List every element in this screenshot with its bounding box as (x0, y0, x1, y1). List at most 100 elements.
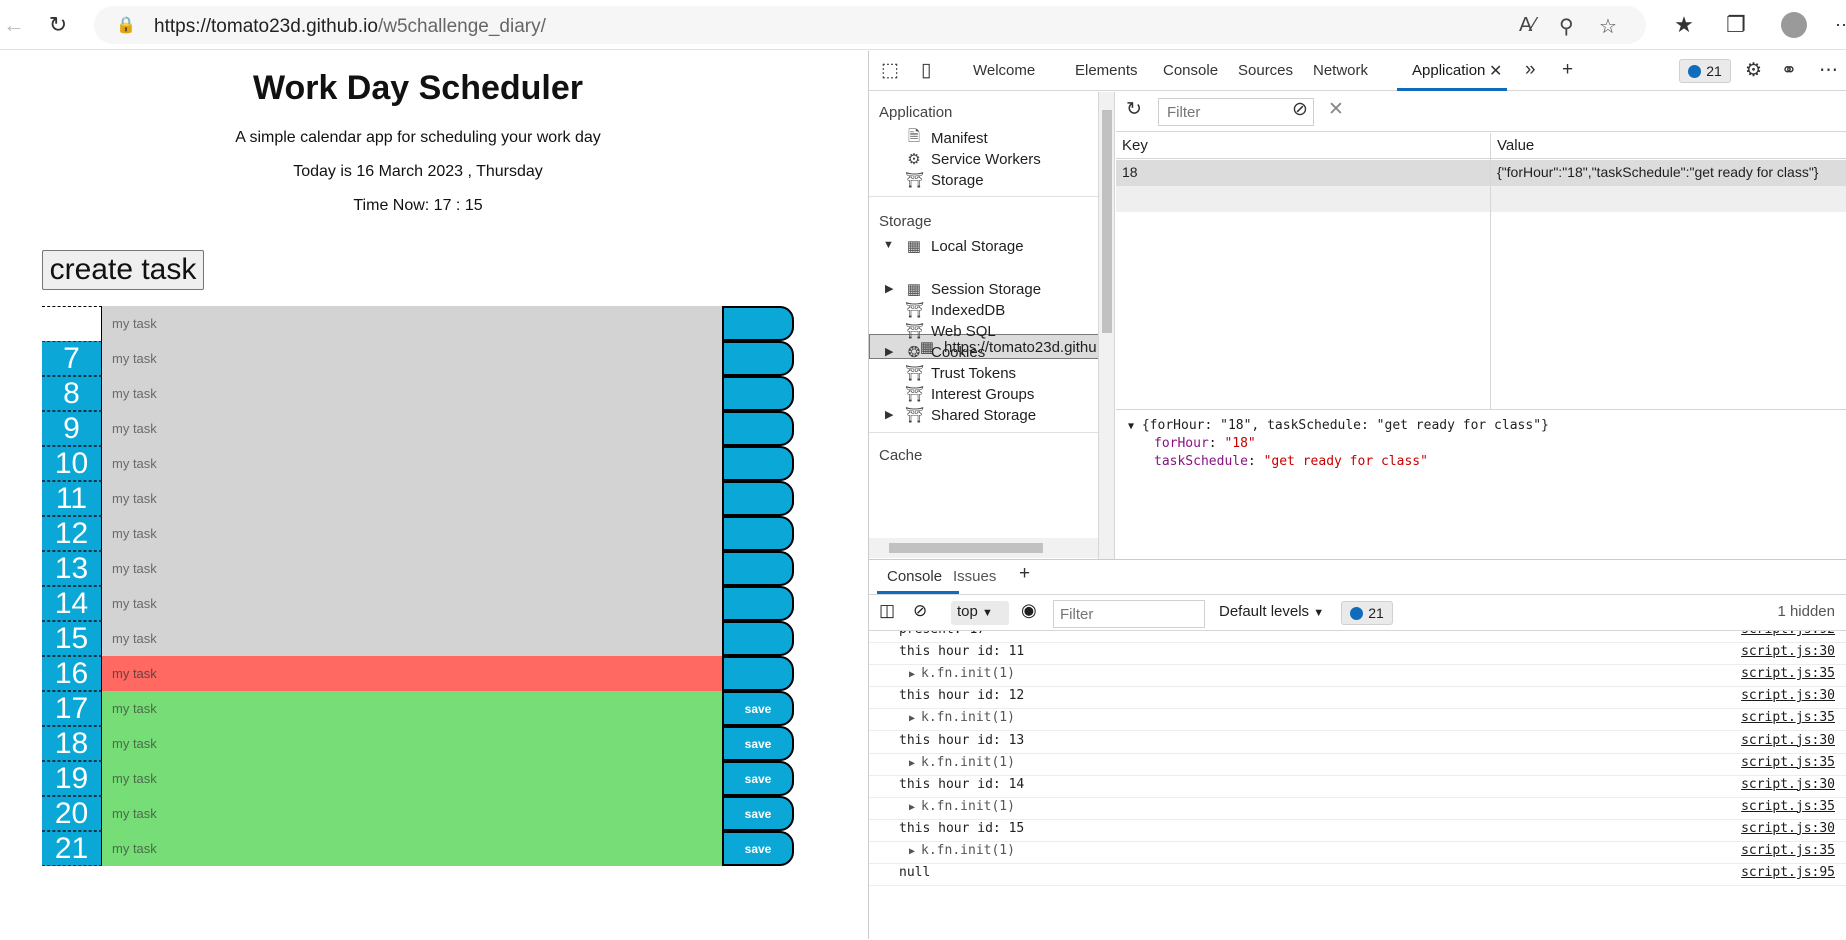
tab-welcome[interactable]: Welcome (973, 62, 1035, 79)
storage-filter-input[interactable] (1158, 98, 1314, 126)
source-link[interactable]: script.js:35 (1741, 666, 1835, 681)
refresh-icon[interactable]: ↻ (44, 11, 72, 39)
create-task-button[interactable]: create task (42, 250, 204, 290)
delete-selected-icon[interactable]: ✕ (1328, 98, 1344, 121)
source-link[interactable]: script.js:30 (1741, 688, 1835, 703)
eye-icon[interactable]: ◉ (1021, 600, 1037, 621)
console-filter-input[interactable] (1053, 600, 1205, 628)
task-input[interactable]: my task (102, 621, 722, 656)
tab-application[interactable]: Application (1412, 62, 1485, 79)
save-button[interactable] (722, 551, 794, 586)
sidebar-toggle-icon[interactable]: ◫ (879, 601, 895, 621)
save-button[interactable]: save (722, 831, 794, 866)
expanded-arrow-icon[interactable]: ▼ (883, 239, 894, 251)
zoom-icon[interactable]: ⚲ (1559, 14, 1574, 39)
task-input[interactable]: my task (102, 586, 722, 621)
vertical-scrollbar[interactable] (1099, 92, 1115, 559)
close-tab-icon[interactable]: ✕ (1489, 61, 1502, 81)
task-input[interactable]: my task (102, 691, 722, 726)
more-tabs-icon[interactable]: » (1525, 59, 1536, 81)
tab-network[interactable]: Network (1313, 62, 1368, 79)
tab-sources[interactable]: Sources (1238, 62, 1293, 79)
save-button[interactable] (722, 376, 794, 411)
save-button[interactable] (722, 586, 794, 621)
clear-all-icon[interactable]: ⊘ (1292, 98, 1308, 121)
task-input[interactable]: my task (102, 726, 722, 761)
collapsed-arrow-icon[interactable]: ▶ (885, 282, 893, 295)
gear-icon[interactable]: ⚙ (1745, 59, 1762, 82)
save-button[interactable]: save (722, 761, 794, 796)
source-link[interactable]: script.js:92 (1741, 631, 1835, 637)
source-link[interactable]: script.js:35 (1741, 799, 1835, 814)
sidebar-item-storage[interactable]: ⛩ Storage (905, 168, 984, 192)
back-icon[interactable]: ← (0, 11, 28, 39)
scroll-thumb[interactable] (889, 543, 1043, 553)
save-button[interactable]: save (722, 726, 794, 761)
source-link[interactable]: script.js:30 (1741, 733, 1835, 748)
add-tab-icon[interactable]: + (1562, 59, 1573, 81)
collapsed-arrow-icon[interactable]: ▶ (885, 345, 893, 358)
add-tab-icon[interactable]: + (1019, 563, 1030, 585)
source-link[interactable]: script.js:30 (1741, 644, 1835, 659)
save-button[interactable] (722, 621, 794, 656)
value-column-header[interactable]: Value (1491, 133, 1846, 159)
drawer-tab-console[interactable]: Console (887, 568, 942, 585)
tab-console[interactable]: Console (1163, 62, 1218, 79)
task-input[interactable]: my task (102, 831, 722, 866)
more-icon[interactable]: ⋯ (1819, 59, 1838, 82)
favorites-icon[interactable]: ★ (1670, 11, 1698, 39)
context-select[interactable]: top ▼ (951, 601, 1009, 625)
clear-console-icon[interactable]: ⊘ (913, 601, 927, 621)
save-button[interactable] (722, 446, 794, 481)
save-button[interactable] (722, 516, 794, 551)
empty-row[interactable] (1116, 186, 1846, 212)
task-input[interactable]: my task (102, 761, 722, 796)
sidebar-item-shared-storage[interactable]: ⛩ Shared Storage (905, 403, 1036, 427)
task-input[interactable]: my task (102, 376, 722, 411)
preview-summary[interactable]: ▼ {forHour: "18", taskSchedule: "get rea… (1128, 418, 1549, 433)
add-favorite-icon[interactable]: ☆ (1599, 14, 1617, 39)
inspect-icon[interactable]: ⬚ (881, 59, 899, 82)
lock-icon[interactable]: 🔒 (116, 15, 136, 35)
console-issues-badge[interactable]: 21 (1341, 601, 1393, 625)
refresh-icon[interactable]: ↻ (1126, 98, 1142, 121)
tab-elements[interactable]: Elements (1075, 62, 1138, 79)
save-button[interactable]: save (722, 796, 794, 831)
key-column-header[interactable]: Key (1116, 133, 1490, 159)
task-input[interactable]: my task (102, 446, 722, 481)
task-input[interactable]: my task (102, 411, 722, 446)
read-aloud-icon[interactable]: A⁄ (1519, 14, 1536, 37)
customize-icon[interactable]: ⚭ (1781, 59, 1797, 82)
task-input[interactable]: my task (102, 306, 722, 341)
table-row[interactable]: 18 {"forHour":"18","taskSchedule":"get r… (1116, 160, 1846, 186)
profile-avatar[interactable] (1780, 11, 1808, 39)
task-input[interactable]: my task (102, 341, 722, 376)
source-link[interactable]: script.js:30 (1741, 821, 1835, 836)
save-button[interactable] (722, 411, 794, 446)
address-bar[interactable]: 🔒 https://tomato23d.github.io/w5challeng… (94, 6, 1646, 44)
task-input[interactable]: my task (102, 656, 722, 691)
task-input[interactable]: my task (102, 551, 722, 586)
log-levels-select[interactable]: Default levels ▼ (1219, 603, 1324, 620)
source-link[interactable]: script.js:95 (1741, 865, 1835, 880)
scroll-thumb[interactable] (1102, 110, 1112, 333)
issues-badge[interactable]: 21 (1679, 59, 1731, 83)
collections-icon[interactable]: ❐ (1722, 11, 1750, 39)
save-button[interactable]: save (722, 691, 794, 726)
save-button[interactable] (722, 481, 794, 516)
task-input[interactable]: my task (102, 481, 722, 516)
horizontal-scrollbar[interactable] (869, 538, 1098, 558)
more-icon[interactable]: ⋯ (1830, 11, 1846, 39)
task-input[interactable]: my task (102, 796, 722, 831)
drawer-tab-issues[interactable]: Issues (953, 568, 996, 585)
save-button[interactable] (722, 341, 794, 376)
source-link[interactable]: script.js:35 (1741, 843, 1835, 858)
source-link[interactable]: script.js:35 (1741, 755, 1835, 770)
collapsed-arrow-icon[interactable]: ▶ (885, 408, 893, 421)
source-link[interactable]: script.js:30 (1741, 777, 1835, 792)
device-emulation-icon[interactable]: ▯ (921, 59, 931, 82)
source-link[interactable]: script.js:35 (1741, 710, 1835, 725)
save-button[interactable] (722, 656, 794, 691)
task-input[interactable]: my task (102, 516, 722, 551)
save-button[interactable] (722, 306, 794, 341)
